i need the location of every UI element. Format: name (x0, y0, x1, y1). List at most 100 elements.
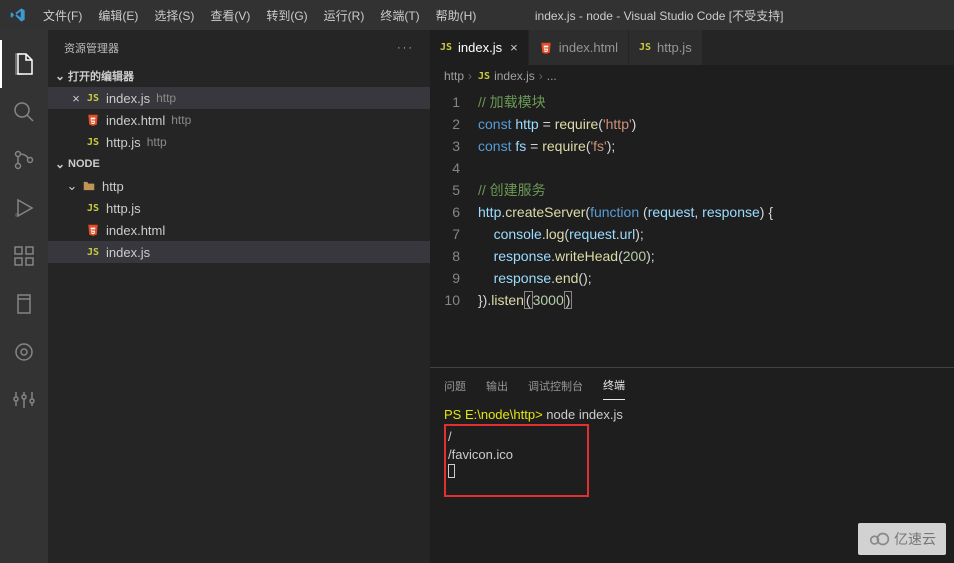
source-control-icon[interactable] (0, 136, 48, 184)
editor-area: JS index.js × index.html JS http.js http… (430, 30, 954, 563)
settings-sliders-icon[interactable] (0, 376, 48, 424)
tab-terminal[interactable]: 终端 (603, 377, 625, 400)
terminal-prompt: PS E:\node\http> (444, 407, 543, 422)
file-name: index.html (106, 113, 165, 128)
folder-icon (80, 179, 98, 193)
more-actions-icon[interactable]: ··· (397, 42, 414, 54)
close-icon[interactable]: × (68, 91, 84, 106)
sidebar-title: 资源管理器 (64, 40, 119, 56)
tab-output[interactable]: 输出 (486, 378, 508, 400)
line-number: 10 (430, 292, 478, 308)
menu-item[interactable]: 查看(V) (202, 7, 258, 24)
close-icon[interactable]: × (510, 40, 518, 55)
file-dir: http (156, 91, 176, 105)
breadcrumb[interactable]: http › JS index.js › ... (430, 65, 954, 87)
tree-file[interactable]: JS index.js (48, 241, 430, 263)
editor-tab[interactable]: JS index.js × (430, 30, 529, 65)
menu-item[interactable]: 终端(T) (372, 7, 427, 24)
file-name: index.html (106, 223, 165, 238)
menu-item[interactable]: 转到(G) (258, 7, 315, 24)
code-line: 9 response.end(); (430, 267, 954, 289)
run-debug-icon[interactable] (0, 184, 48, 232)
tab-label: index.html (559, 40, 618, 55)
terminal-output-line: / (448, 428, 513, 446)
js-file-icon: JS (440, 42, 452, 53)
js-file-icon: JS (84, 137, 102, 148)
window-title: index.js - node - Visual Studio Code [不受… (484, 7, 834, 24)
watermark: 亿速云 (858, 523, 946, 555)
terminal-command: node index.js (546, 407, 623, 422)
editor-tab[interactable]: JS http.js (629, 30, 703, 65)
file-name: index.js (106, 91, 150, 106)
html-file-icon (84, 223, 102, 237)
line-number: 5 (430, 182, 478, 198)
chevron-down-icon: ⌄ (52, 157, 68, 171)
menubar: 文件(F)编辑(E)选择(S)查看(V)转到(G)运行(R)终端(T)帮助(H) (35, 7, 484, 24)
sidebar: 资源管理器 ··· ⌄ 打开的编辑器 × JS index.js http in… (48, 30, 430, 563)
tree-file[interactable]: index.html (48, 219, 430, 241)
file-dir: http (171, 113, 191, 127)
code-line: 5 // 创建服务 (430, 179, 954, 201)
js-file-icon: JS (478, 71, 490, 82)
terminal-cursor (448, 464, 455, 478)
tree-file[interactable]: JS http.js (48, 197, 430, 219)
tab-label: http.js (657, 40, 692, 55)
editor-tab[interactable]: index.html (529, 30, 629, 65)
bookmark-icon[interactable] (0, 280, 48, 328)
menu-item[interactable]: 选择(S) (146, 7, 202, 24)
line-number: 6 (430, 204, 478, 220)
titlebar: 文件(F)编辑(E)选择(S)查看(V)转到(G)运行(R)终端(T)帮助(H)… (0, 0, 954, 30)
code-line: 1 // 加载模块 (430, 91, 954, 113)
code-line: 2 const http = require('http') (430, 113, 954, 135)
code-line: 8 response.writeHead(200); (430, 245, 954, 267)
open-editor-item[interactable]: × JS index.js http (48, 87, 430, 109)
code-editor[interactable]: 1 // 加载模块 2 const http = require('http')… (430, 87, 954, 311)
html-file-icon (84, 113, 102, 127)
file-name: http.js (106, 201, 141, 216)
line-number: 7 (430, 226, 478, 242)
code-line: 4 (430, 157, 954, 179)
html-file-icon (539, 41, 553, 55)
line-number: 2 (430, 116, 478, 132)
vscode-logo-icon (0, 7, 35, 23)
extensions-icon[interactable] (0, 232, 48, 280)
chevron-down-icon: ⌄ (52, 69, 68, 83)
code-line: 10 }).listen(3000) (430, 289, 954, 311)
activity-bar (0, 30, 48, 563)
js-file-icon: JS (84, 203, 102, 214)
menu-item[interactable]: 帮助(H) (428, 7, 485, 24)
folder-header[interactable]: ⌄ NODE (48, 153, 430, 175)
open-editor-item[interactable]: JS http.js http (48, 131, 430, 153)
menu-item[interactable]: 文件(F) (35, 7, 90, 24)
folder-label: http (102, 179, 124, 194)
open-editors-header[interactable]: ⌄ 打开的编辑器 (48, 65, 430, 87)
file-name: index.js (106, 245, 150, 260)
editor-tabs: JS index.js × index.html JS http.js (430, 30, 954, 65)
tree-folder[interactable]: ⌄ http (48, 175, 430, 197)
open-editor-item[interactable]: index.html http (48, 109, 430, 131)
explorer-icon[interactable] (0, 40, 48, 88)
line-number: 1 (430, 94, 478, 110)
line-number: 8 (430, 248, 478, 264)
js-file-icon: JS (84, 93, 102, 104)
code-line: 3 const fs = require('fs'); (430, 135, 954, 157)
file-dir: http (147, 135, 167, 149)
code-line: 7 console.log(request.url); (430, 223, 954, 245)
menu-item[interactable]: 运行(R) (316, 7, 373, 24)
target-icon[interactable] (0, 328, 48, 376)
code-line: 6 http.createServer(function (request, r… (430, 201, 954, 223)
js-file-icon: JS (639, 42, 651, 53)
menu-item[interactable]: 编辑(E) (90, 7, 146, 24)
line-number: 9 (430, 270, 478, 286)
search-icon[interactable] (0, 88, 48, 136)
file-name: http.js (106, 135, 141, 150)
line-number: 4 (430, 160, 478, 176)
highlight-box: / /favicon.ico (444, 424, 589, 497)
terminal-output-line: /favicon.ico (448, 446, 513, 464)
panel-tabs: 问题 输出 调试控制台 终端 (430, 368, 954, 400)
tab-problems[interactable]: 问题 (444, 378, 466, 400)
js-file-icon: JS (84, 247, 102, 258)
tab-debug-console[interactable]: 调试控制台 (528, 378, 583, 400)
line-number: 3 (430, 138, 478, 154)
chevron-down-icon: ⌄ (64, 178, 80, 194)
